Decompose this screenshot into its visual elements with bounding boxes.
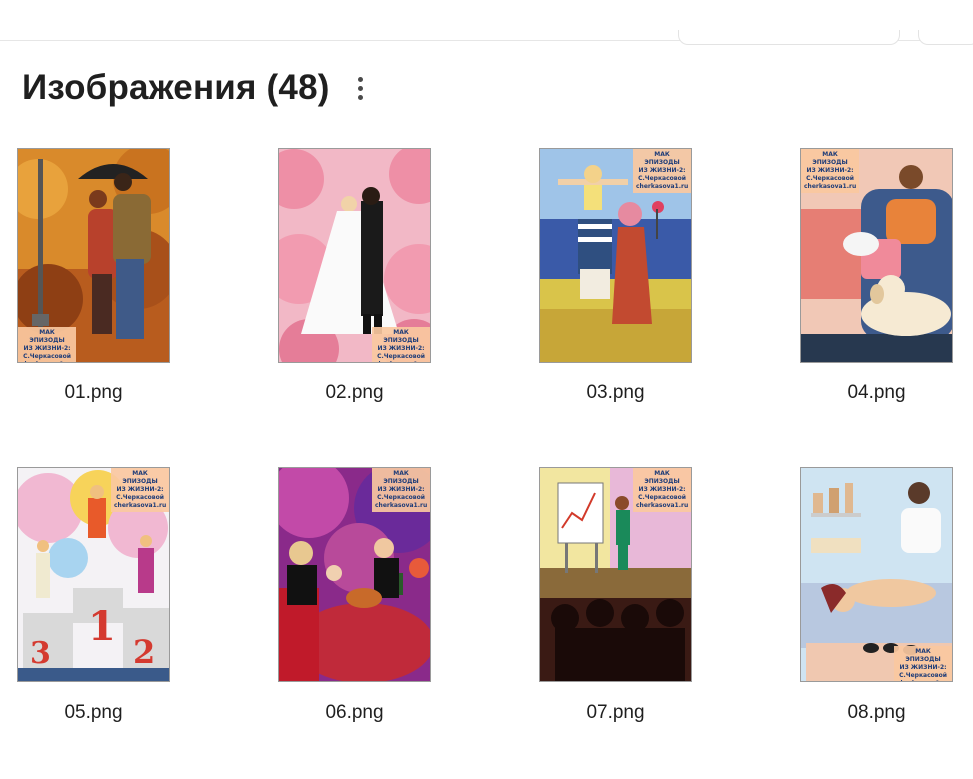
image-thumbnail[interactable]: 1 3 2 МАК ЭПИЗОДЫ ИЗ ЖИЗНИ-2: С.Черкасовой…: [17, 467, 170, 682]
file-name[interactable]: 01.png: [17, 382, 170, 404]
logo-stamp: МАК ЭПИЗОДЫИЗ ЖИЗНИ-2:С.Черкасовойcherka…: [18, 327, 76, 362]
section-header: Изображения (48): [22, 68, 368, 108]
logo-stamp: МАК ЭПИЗОДЫИЗ ЖИЗНИ-2:С.Черкасовойcherka…: [372, 468, 430, 512]
svg-text:3: 3: [30, 636, 51, 671]
toolbar-control[interactable]: [678, 30, 900, 45]
file-name[interactable]: 06.png: [278, 702, 431, 724]
image-thumbnail[interactable]: МАК ЭПИЗОДЫИЗ ЖИЗНИ-2:С.Черкасовойcherka…: [278, 148, 431, 363]
image-thumbnail[interactable]: МАК ЭПИЗОДЫИЗ ЖИЗНИ-2:С.Черкасовойcherka…: [539, 467, 692, 682]
logo-stamp: МАК ЭПИЗОДЫИЗ ЖИЗНИ-2:С.Черкасовойcherka…: [801, 149, 859, 193]
logo-stamp: МАК ЭПИЗОДЫИЗ ЖИЗНИ-2:С.Черкасовойcherka…: [111, 468, 169, 512]
image-thumbnail[interactable]: МАК ЭПИЗОДЫИЗ ЖИЗНИ-2:С.Черкасовойcherka…: [278, 467, 431, 682]
image-thumbnail[interactable]: МАК ЭПИЗОДЫИЗ ЖИЗНИ-2:С.Черкасовойcherka…: [539, 148, 692, 363]
file-name[interactable]: 08.png: [800, 702, 953, 724]
file-name[interactable]: 02.png: [278, 382, 431, 404]
top-toolbar: [0, 0, 973, 45]
logo-stamp: МАК ЭПИЗОДЫИЗ ЖИЗНИ-2:С.Черкасовойcherka…: [372, 327, 430, 362]
more-options-icon[interactable]: [354, 71, 368, 105]
file-name[interactable]: 07.png: [539, 702, 692, 724]
file-name[interactable]: 03.png: [539, 382, 692, 404]
image-thumbnail[interactable]: МАК ЭПИЗОДЫИЗ ЖИЗНИ-2:С.Черкасовойcherka…: [17, 148, 170, 363]
image-thumbnail[interactable]: МАК ЭПИЗОДЫИЗ ЖИЗНИ-2:С.Черкасовойcherka…: [800, 148, 953, 363]
page-title: Изображения (48): [22, 68, 330, 107]
logo-stamp: МАК ЭПИЗОДЫИЗ ЖИЗНИ-2:С.Черкасовойcherka…: [894, 646, 952, 681]
svg-text:2: 2: [133, 633, 155, 671]
logo-stamp: МАК ЭПИЗОДЫИЗ ЖИЗНИ-2:С.Черкасовойcherka…: [633, 149, 691, 193]
file-name[interactable]: 05.png: [17, 702, 170, 724]
logo-stamp: МАК ЭПИЗОДЫИЗ ЖИЗНИ-2:С.Черкасовойcherka…: [633, 468, 691, 512]
toolbar-control[interactable]: [918, 30, 973, 45]
svg-text:1: 1: [88, 603, 116, 650]
file-name[interactable]: 04.png: [800, 382, 953, 404]
image-thumbnail[interactable]: МАК ЭПИЗОДЫИЗ ЖИЗНИ-2:С.Черкасовойcherka…: [800, 467, 953, 682]
